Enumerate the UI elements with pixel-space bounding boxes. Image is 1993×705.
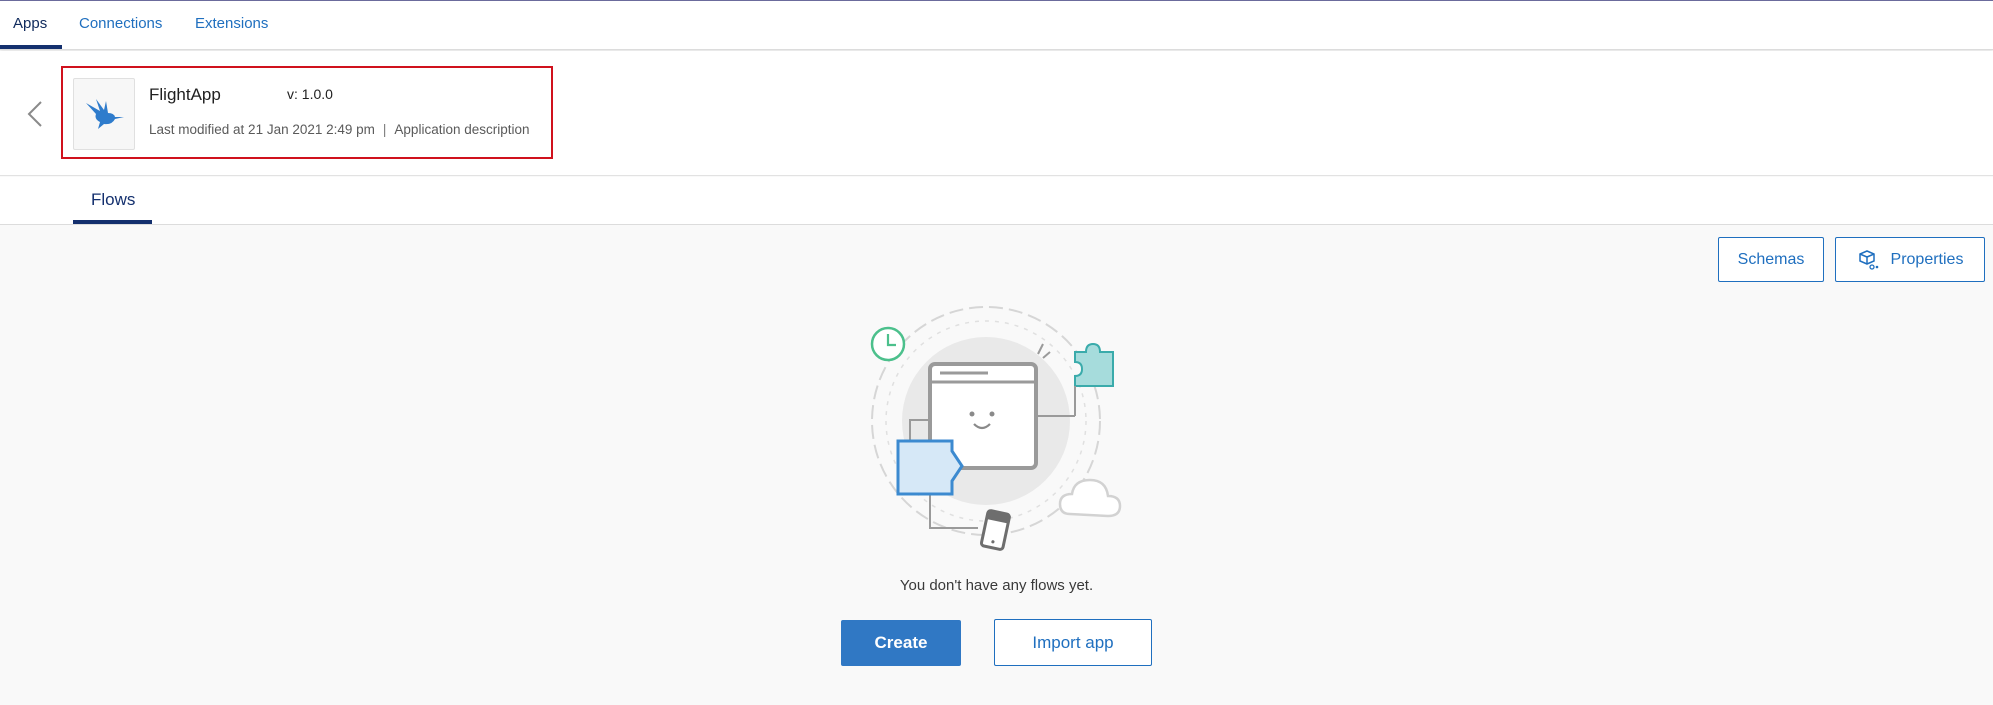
tab-extensions[interactable]: Extensions (195, 15, 268, 32)
app-logo-icon (73, 78, 135, 150)
active-tab-indicator (0, 45, 62, 49)
empty-state-message: You don't have any flows yet. (899, 577, 1094, 594)
app-name: FlightApp (149, 85, 221, 104)
app-meta: Last modified at 21 Jan 2021 2:49 pm | App… (149, 122, 530, 137)
app-version: v: 1.0.0 (287, 86, 333, 102)
tab-apps[interactable]: Apps (13, 15, 47, 32)
app-header: FlightApp v: 1.0.0 Last modified at 21 J… (0, 51, 1993, 176)
schemas-button[interactable]: Schemas (1718, 237, 1824, 282)
active-subtab-indicator (73, 220, 152, 224)
empty-flows-illustration (860, 296, 1140, 556)
meta-separator: | (382, 122, 387, 137)
last-modified: Last modified at 21 Jan 2021 2:49 pm (149, 122, 375, 137)
properties-button[interactable]: Properties (1835, 237, 1985, 282)
tab-connections[interactable]: Connections (79, 15, 162, 32)
properties-icon (1857, 249, 1879, 271)
app-subtabs: Flows (0, 177, 1993, 225)
top-navigation: Apps Connections Extensions (0, 0, 1993, 50)
properties-label: Properties (1890, 250, 1964, 268)
app-description[interactable]: Application description (394, 122, 529, 137)
create-button[interactable]: Create (841, 620, 961, 666)
import-app-button[interactable]: Import app (994, 619, 1152, 666)
tab-flows[interactable]: Flows (91, 190, 135, 210)
back-chevron-icon[interactable] (22, 99, 50, 129)
